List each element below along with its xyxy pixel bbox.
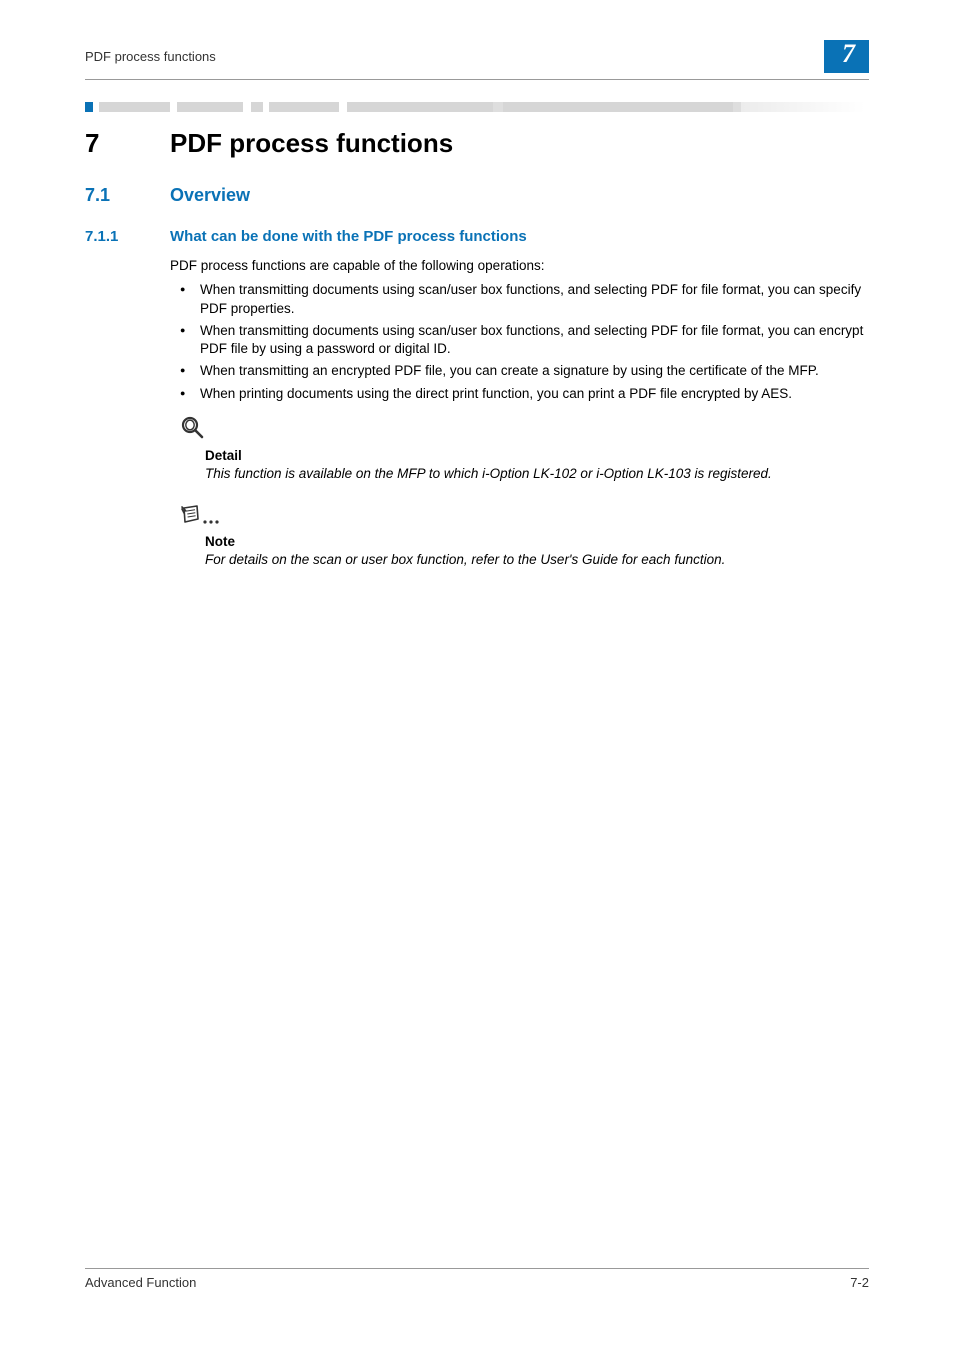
page-footer: Advanced Function 7-2 [85, 1268, 869, 1290]
note-callout: Note For details on the scan or user box… [175, 505, 869, 569]
page-header: PDF process functions 7 [0, 0, 954, 73]
content-area: 7 PDF process functions 7.1 Overview 7.1… [0, 128, 954, 570]
running-title: PDF process functions [85, 49, 216, 64]
header-rule [85, 79, 869, 80]
section-number: 7.1 [85, 185, 170, 206]
chapter-heading: 7 PDF process functions [85, 128, 869, 159]
list-item: When transmitting documents using scan/u… [170, 322, 869, 358]
list-item: When transmitting an encrypted PDF file,… [170, 362, 869, 380]
detail-body: This function is available on the MFP to… [205, 465, 869, 483]
detail-callout: Detail This function is available on the… [175, 415, 869, 483]
section-heading: 7.1 Overview [85, 185, 869, 206]
note-header: Note [205, 534, 869, 549]
decorative-strip [85, 102, 869, 112]
chapter-badge: 7 [824, 40, 869, 73]
bullet-list: When transmitting documents using scan/u… [170, 281, 869, 402]
subsection-title: What can be done with the PDF process fu… [170, 228, 527, 245]
footer-rule [85, 1268, 869, 1269]
list-item: When printing documents using the direct… [170, 385, 869, 403]
note-icon [180, 505, 869, 532]
subsection-number: 7.1.1 [85, 228, 170, 245]
note-body: For details on the scan or user box func… [205, 551, 869, 569]
chapter-number: 7 [85, 128, 170, 159]
body-text: PDF process functions are capable of the… [170, 257, 869, 403]
list-item: When transmitting documents using scan/u… [170, 281, 869, 317]
magnifier-icon [180, 415, 869, 446]
footer-page-number: 7-2 [850, 1275, 869, 1290]
footer-left: Advanced Function [85, 1275, 196, 1290]
detail-header: Detail [205, 448, 869, 463]
subsection-heading: 7.1.1 What can be done with the PDF proc… [85, 228, 869, 245]
chapter-title: PDF process functions [170, 128, 453, 159]
section-title: Overview [170, 185, 250, 206]
intro-paragraph: PDF process functions are capable of the… [170, 257, 869, 276]
